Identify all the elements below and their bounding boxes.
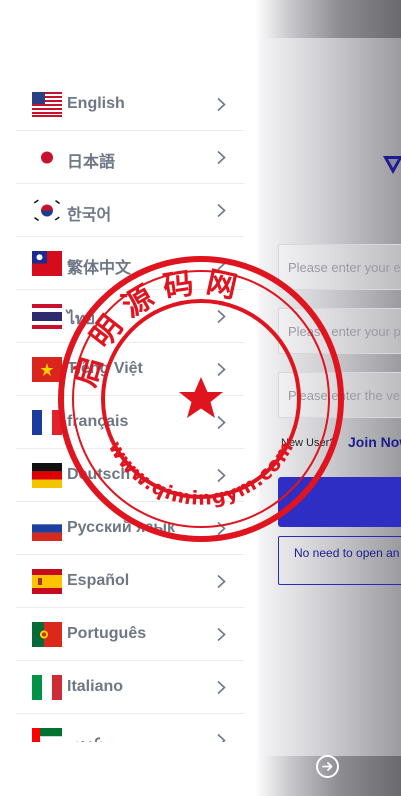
chevron-right-icon <box>217 733 226 742</box>
japan-flag-icon <box>32 145 62 170</box>
chevron-right-icon <box>217 309 226 324</box>
language-item-traditional-chinese[interactable]: 繁体中文 <box>16 237 244 290</box>
language-item-korean[interactable]: 한국어 <box>16 184 244 237</box>
language-label: Español <box>67 572 130 589</box>
language-item-portuguese[interactable]: Português <box>16 608 244 661</box>
france-flag-icon <box>32 410 62 435</box>
language-list: English 日本語 한국어 繁体中文 ไทย Tiếng Việt fran… <box>16 78 244 742</box>
language-label: عربي <box>67 733 104 742</box>
language-label: English <box>67 95 125 112</box>
korea-flag-icon <box>32 198 62 223</box>
language-item-russian[interactable]: Русский язык <box>16 502 244 555</box>
russia-flag-icon <box>32 516 62 541</box>
verification-code-input[interactable]: Please enter the ve <box>278 372 401 418</box>
chevron-right-icon <box>217 627 226 642</box>
language-item-italian[interactable]: Italiano <box>16 661 244 714</box>
chevron-right-icon <box>217 150 226 165</box>
chevron-right-icon <box>217 574 226 589</box>
italy-flag-icon <box>32 675 62 700</box>
username-input[interactable]: Please enter your e <box>278 244 401 290</box>
taiwan-flag-icon <box>32 251 62 276</box>
chevron-right-icon <box>217 468 226 483</box>
logo-icon <box>383 154 401 176</box>
login-button[interactable] <box>278 477 401 527</box>
join-now-link[interactable]: Join Now <box>348 434 401 450</box>
spain-flag-icon <box>32 569 62 594</box>
language-label: Português <box>67 625 147 642</box>
language-label: 한국어 <box>67 207 112 224</box>
chevron-right-icon <box>217 415 226 430</box>
language-label: Deutsch <box>67 466 131 483</box>
language-item-french[interactable]: français <box>16 396 244 449</box>
uae-flag-icon <box>32 728 62 742</box>
us-flag-icon <box>32 92 62 117</box>
germany-flag-icon <box>32 463 62 488</box>
language-item-vietnamese[interactable]: Tiếng Việt <box>16 343 244 396</box>
language-label: Tiếng Việt <box>67 360 143 377</box>
chevron-right-icon <box>217 521 226 536</box>
vietnam-flag-icon <box>32 357 62 382</box>
language-label: français <box>67 413 129 430</box>
language-item-japanese[interactable]: 日本語 <box>16 131 244 184</box>
language-label: Русский язык <box>67 519 176 536</box>
chevron-right-icon <box>217 203 226 218</box>
thailand-flag-icon <box>32 304 62 329</box>
new-user-label: New User? <box>281 437 336 449</box>
chevron-right-icon <box>217 680 226 695</box>
language-label: Italiano <box>67 678 124 695</box>
language-label: 繁体中文 <box>67 260 132 277</box>
language-label: 日本語 <box>67 154 116 171</box>
language-item-arabic[interactable]: عربي <box>16 714 244 742</box>
language-item-thai[interactable]: ไทย <box>16 290 244 343</box>
language-label: ไทย <box>67 311 95 328</box>
chevron-right-icon <box>217 97 226 112</box>
chevron-right-icon <box>217 256 226 271</box>
language-item-english[interactable]: English <box>16 78 244 131</box>
language-item-spanish[interactable]: Español <box>16 555 244 608</box>
language-item-german[interactable]: Deutsch <box>16 449 244 502</box>
portugal-flag-icon <box>32 622 62 647</box>
chevron-right-icon <box>217 362 226 377</box>
guest-note-button[interactable]: No need to open an <box>278 536 401 585</box>
arrow-right-circle-icon[interactable] <box>316 755 339 778</box>
password-input[interactable]: Please enter your p <box>278 308 401 354</box>
